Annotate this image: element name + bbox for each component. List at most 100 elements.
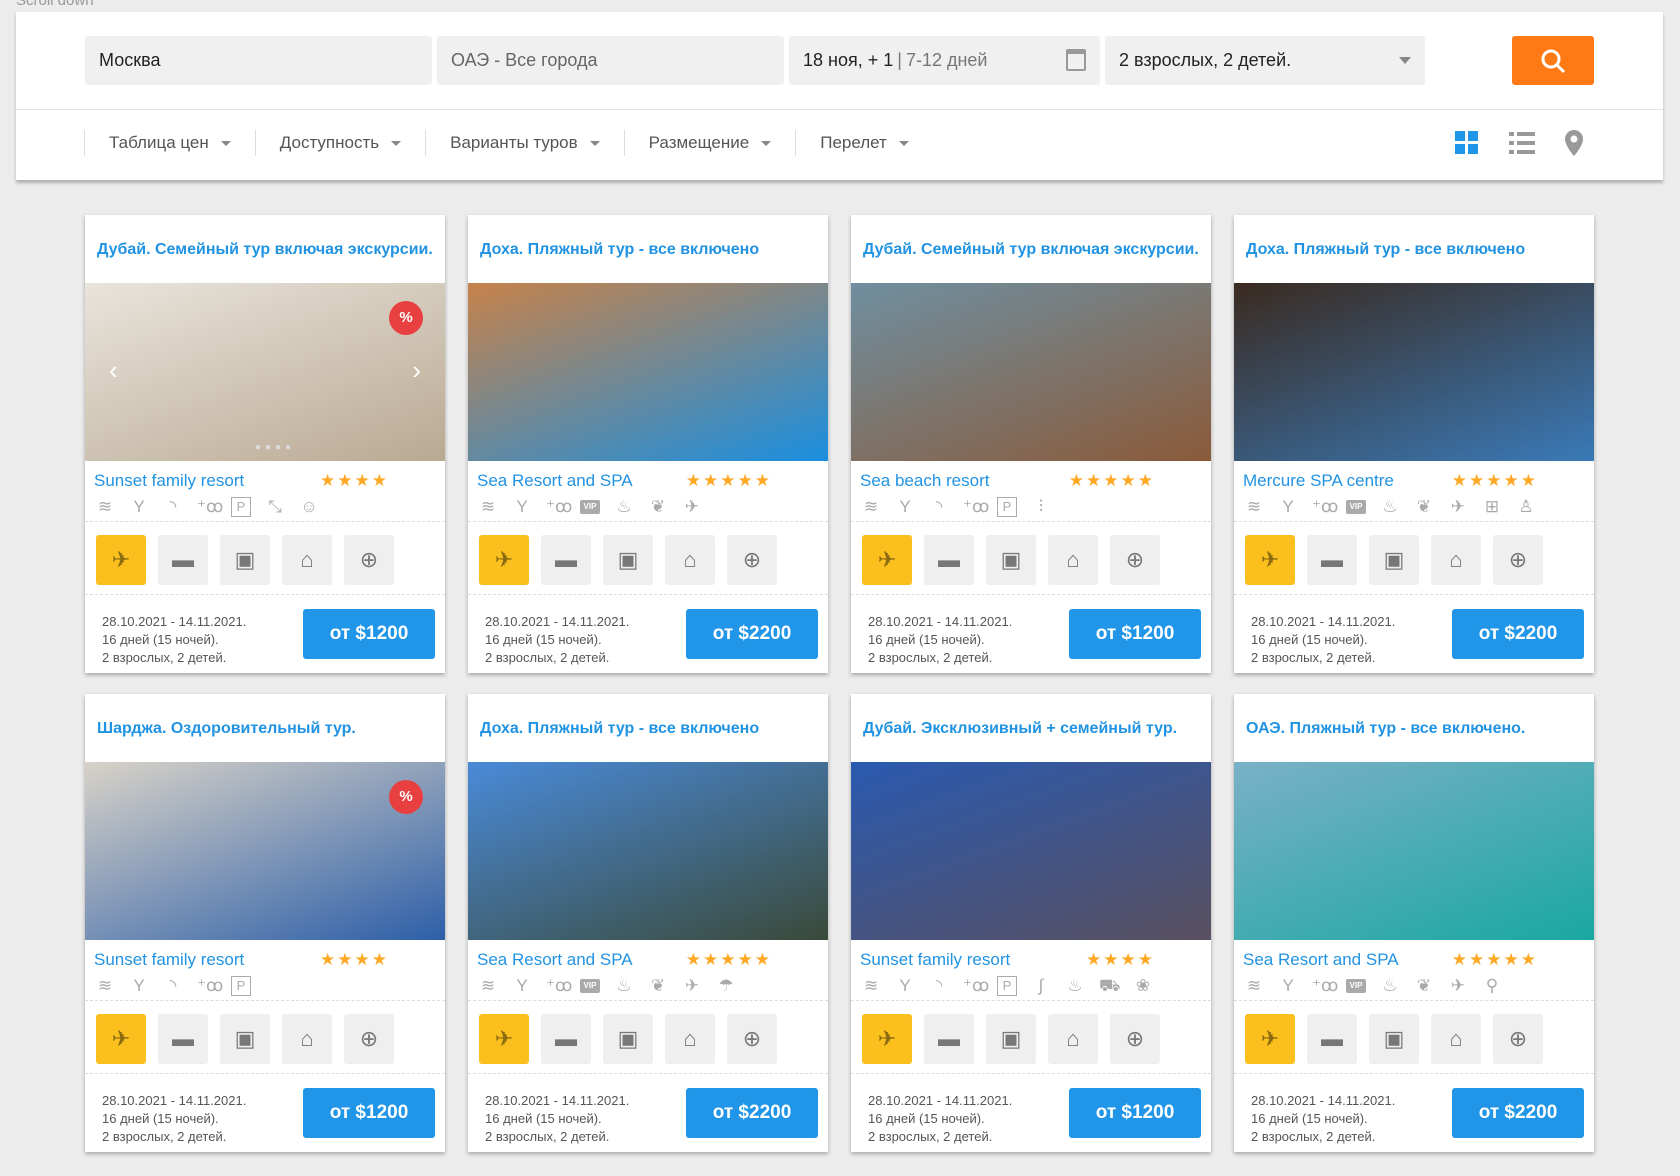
hotel-name[interactable]: Sea Resort and SPA [477,950,633,972]
filter-dropdown[interactable]: Таблица цен [84,130,255,156]
service-bed-button[interactable]: ▬ [1307,535,1357,585]
service-bed-button[interactable]: ▬ [158,1014,208,1064]
hotel-photo[interactable]: % [85,762,445,940]
hotel-name[interactable]: Sea Resort and SPA [1243,950,1399,972]
hotel-photo[interactable] [851,762,1211,940]
service-museum-button[interactable]: ⌂ [282,535,332,585]
price-button[interactable]: от $1200 [303,1088,435,1138]
hotel-name[interactable]: Sea Resort and SPA [477,471,633,493]
service-bed-button[interactable]: ▬ [1307,1014,1357,1064]
service-globe-button[interactable]: ⊕ [1110,1014,1160,1064]
hotel-name[interactable]: Sunset family resort [94,950,244,972]
tour-card[interactable]: Доха. Пляжный тур - все включено Sea Res… [468,694,828,1152]
hotel-name[interactable]: Sea beach resort [860,471,989,493]
date-input[interactable]: 18 ноя, + 1 | 7-12 дней [789,36,1100,85]
grid-view-icon[interactable] [1455,131,1479,155]
service-bed-button[interactable]: ▬ [924,535,974,585]
bed-icon: ▬ [1321,547,1343,572]
service-globe-button[interactable]: ⊕ [1493,1014,1543,1064]
bar-icon: Y [516,976,528,995]
calendar-icon[interactable] [1066,49,1086,71]
service-museum-button[interactable]: ⌂ [1431,1014,1481,1064]
service-museum-button[interactable]: ⌂ [1431,535,1481,585]
filter-dropdown[interactable]: Размещение [623,130,796,156]
service-globe-button[interactable]: ⊕ [1110,535,1160,585]
tour-card[interactable]: Дубай. Эксклюзивный + семейный тур. Suns… [851,694,1211,1152]
filter-dropdown[interactable]: Доступность [254,130,425,156]
service-museum-button[interactable]: ⌂ [665,1014,715,1064]
tour-title[interactable]: Дубай. Семейный тур включая экскурсии. [85,215,445,283]
service-globe-button[interactable]: ⊕ [727,535,777,585]
service-bed-button[interactable]: ▬ [924,1014,974,1064]
service-plane-button[interactable]: ✈ [1245,1014,1295,1064]
map-pin-icon[interactable] [1565,130,1583,156]
price-button[interactable]: от $2200 [686,1088,818,1138]
search-button[interactable] [1512,36,1594,85]
list-view-icon[interactable] [1509,131,1535,155]
service-museum-button[interactable]: ⌂ [1048,1014,1098,1064]
service-plane-button[interactable]: ✈ [862,535,912,585]
hotel-photo[interactable] [1234,283,1594,461]
service-bus-button[interactable]: ▣ [1369,535,1419,585]
service-museum-button[interactable]: ⌂ [1048,535,1098,585]
tour-title[interactable]: Дубай. Семейный тур включая экскурсии. [851,215,1211,283]
service-bus-button[interactable]: ▣ [220,1014,270,1064]
service-museum-button[interactable]: ⌂ [665,535,715,585]
service-plane-button[interactable]: ✈ [862,1014,912,1064]
hotel-photo[interactable] [468,283,828,461]
hotel-name[interactable]: Mercure SPA centre [1243,471,1394,493]
tour-title[interactable]: ОАЭ. Пляжный тур - все включено. [1234,694,1594,762]
price-button[interactable]: от $2200 [686,609,818,659]
hotel-name[interactable]: Sunset family resort [94,471,244,493]
service-bus-button[interactable]: ▣ [603,535,653,585]
service-bus-button[interactable]: ▣ [603,1014,653,1064]
price-button[interactable]: от $1200 [303,609,435,659]
guests-select[interactable]: 2 взрослых, 2 детей. [1105,36,1425,85]
tour-title[interactable]: Дубай. Эксклюзивный + семейный тур. [851,694,1211,762]
hotel-photo[interactable] [468,762,828,940]
service-bed-button[interactable]: ▬ [541,1014,591,1064]
tour-title[interactable]: Доха. Пляжный тур - все включено [468,694,828,762]
filter-dropdown[interactable]: Перелет [795,130,933,156]
price-button[interactable]: от $2200 [1452,609,1584,659]
hotel-name[interactable]: Sunset family resort [860,950,1010,972]
vip-icon: VIP [1346,500,1366,514]
service-museum-button[interactable]: ⌂ [282,1014,332,1064]
tour-title[interactable]: Доха. Пляжный тур - все включено [1234,215,1594,283]
service-plane-button[interactable]: ✈ [1245,535,1295,585]
price-button[interactable]: от $1200 [1069,609,1201,659]
service-globe-button[interactable]: ⊕ [727,1014,777,1064]
price-button[interactable]: от $1200 [1069,1088,1201,1138]
service-plane-button[interactable]: ✈ [96,1014,146,1064]
service-bus-button[interactable]: ▣ [1369,1014,1419,1064]
tour-card[interactable]: Дубай. Семейный тур включая экскурсии. %… [85,215,445,673]
service-globe-button[interactable]: ⊕ [344,1014,394,1064]
chevron-left-icon[interactable]: ‹ [109,355,118,386]
service-bus-button[interactable]: ▣ [986,535,1036,585]
tour-card[interactable]: Доха. Пляжный тур - все включено Mercure… [1234,215,1594,673]
service-bed-button[interactable]: ▬ [158,535,208,585]
service-globe-button[interactable]: ⊕ [1493,535,1543,585]
service-plane-button[interactable]: ✈ [479,1014,529,1064]
hotel-photo[interactable] [1234,762,1594,940]
service-bus-button[interactable]: ▣ [220,535,270,585]
tour-card[interactable]: Доха. Пляжный тур - все включено Sea Res… [468,215,828,673]
price-button[interactable]: от $2200 [1452,1088,1584,1138]
hotel-photo[interactable] [851,283,1211,461]
chevron-right-icon[interactable]: › [412,355,421,386]
tour-card[interactable]: Шарджа. Оздоровительный тур. % Sunset fa… [85,694,445,1152]
departure-city-input[interactable]: Москва [85,36,432,85]
service-plane-button[interactable]: ✈ [479,535,529,585]
service-globe-button[interactable]: ⊕ [344,535,394,585]
service-bed-button[interactable]: ▬ [541,535,591,585]
tour-card[interactable]: ОАЭ. Пляжный тур - все включено. Sea Res… [1234,694,1594,1152]
service-bus-button[interactable]: ▣ [986,1014,1036,1064]
carousel-dots[interactable]: ●●●● [255,442,295,453]
tour-card[interactable]: Дубай. Семейный тур включая экскурсии. S… [851,215,1211,673]
filter-dropdown[interactable]: Варианты туров [425,130,624,156]
tour-title[interactable]: Доха. Пляжный тур - все включено [468,215,828,283]
destination-input[interactable]: ОАЭ - Все города [437,36,784,85]
hotel-photo[interactable]: % ‹ › ●●●● [85,283,445,461]
service-plane-button[interactable]: ✈ [96,535,146,585]
tour-title[interactable]: Шарджа. Оздоровительный тур. [85,694,445,762]
